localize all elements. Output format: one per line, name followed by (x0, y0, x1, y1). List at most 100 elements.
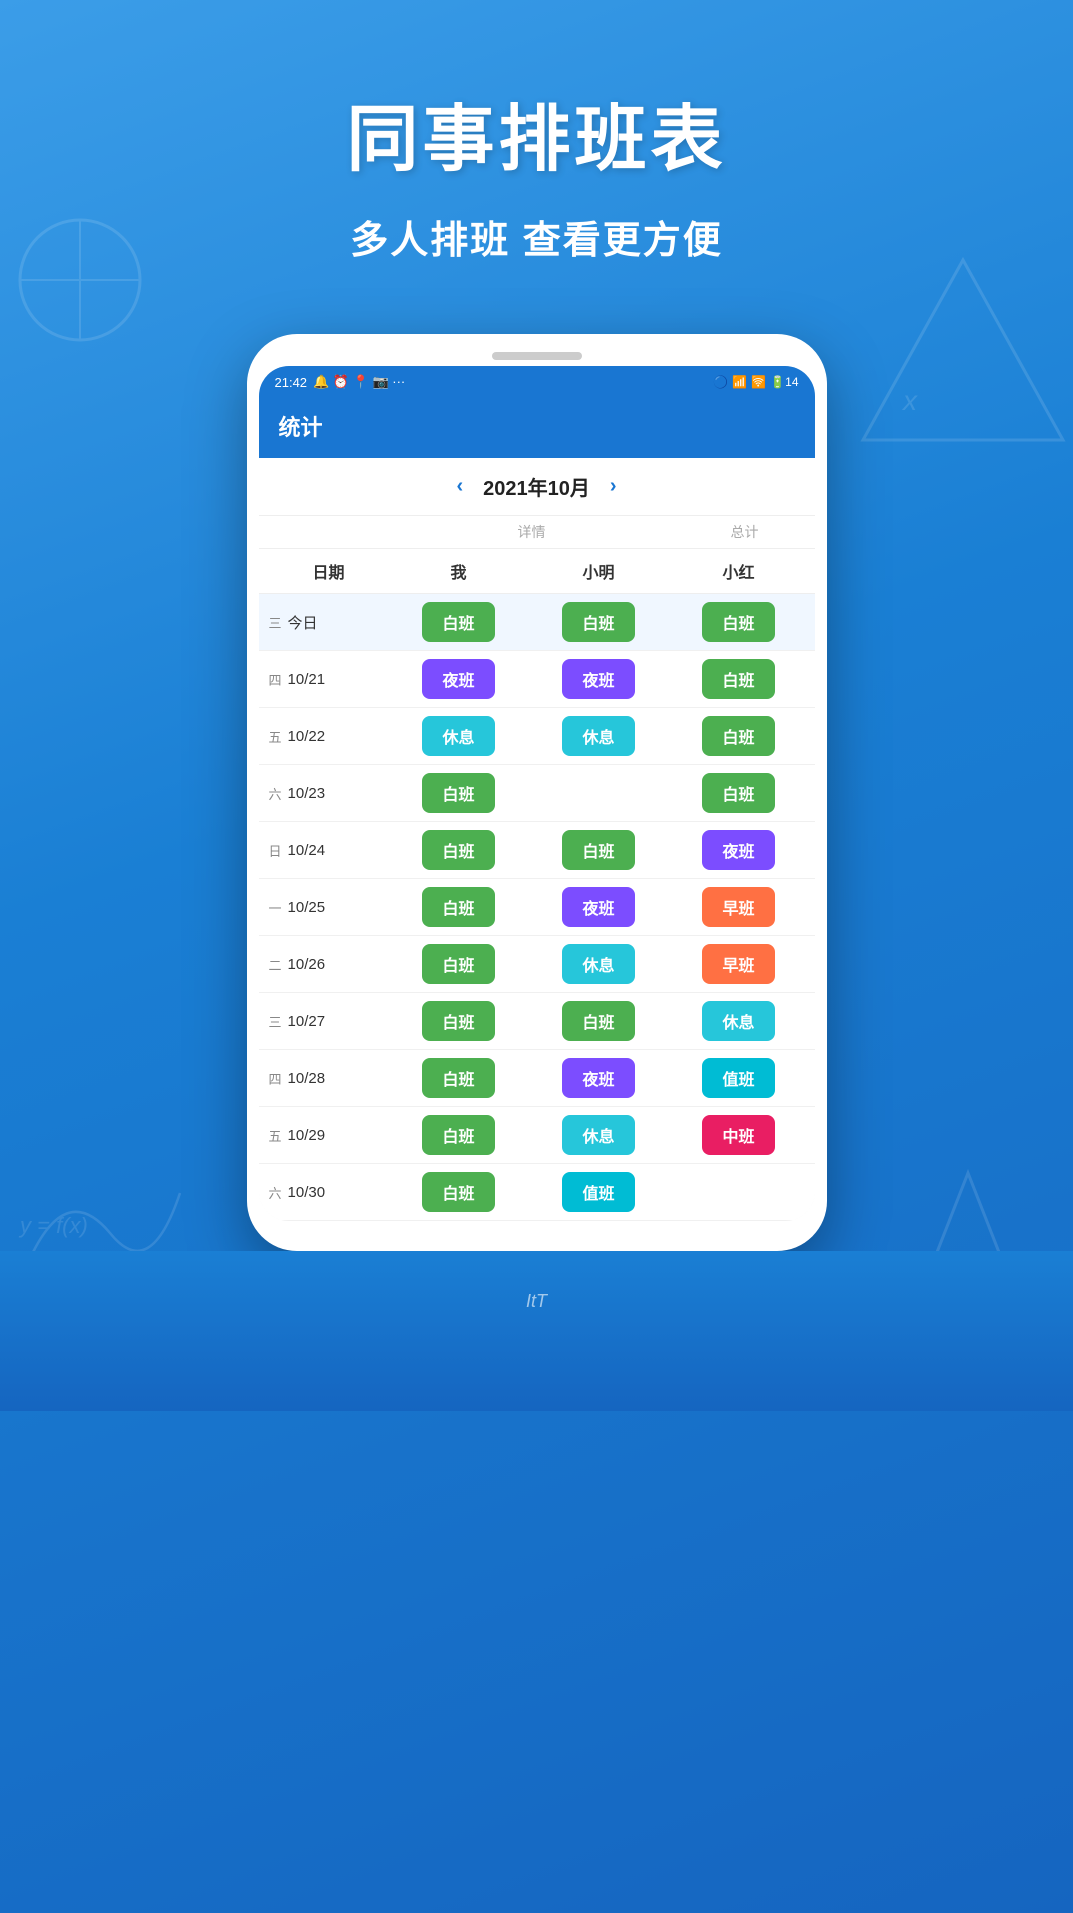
shift-badge-me: 白班 (422, 1058, 494, 1098)
schedule-table: 三今日白班白班白班四10/21夜班夜班白班五10/22休息休息白班六10/23白… (259, 594, 815, 1221)
table-row: 五10/29 白班 休息 中班 (259, 1107, 815, 1164)
date-value: 10/28 (288, 1070, 326, 1087)
shift-cell-xiaohong: 夜班 (669, 830, 809, 870)
status-bar: 21:42 🔔 ⏰ 📍 📷 ··· 🔵 📶 🛜 🔋14 (259, 366, 815, 398)
status-right: 🔵 📶 🛜 🔋14 (713, 375, 798, 389)
shift-badge-xiaohong: 休息 (702, 1001, 774, 1041)
shift-badge-me: 白班 (422, 1001, 494, 1041)
shift-cell-xiaohong: 早班 (669, 944, 809, 984)
day-of-week: 四 (269, 1069, 282, 1088)
status-time: 21:42 (275, 375, 308, 390)
date-value: 10/30 (288, 1184, 326, 1201)
subheader-detail: 详情 (389, 522, 675, 542)
shift-badge-me: 白班 (422, 1172, 494, 1212)
th-me: 我 (389, 559, 529, 583)
date-cell: 六10/30 (259, 1183, 389, 1202)
shift-badge-xiaohong: 白班 (702, 716, 774, 756)
subheader-total: 总计 (675, 522, 815, 542)
shift-badge-xiaohong: 早班 (702, 944, 774, 984)
shift-badge-me: 白班 (422, 1115, 494, 1155)
shift-cell-me: 白班 (389, 887, 529, 927)
shift-badge-me: 休息 (422, 716, 494, 756)
table-row: 日10/24白班白班夜班 (259, 822, 815, 879)
shift-badge-xiaoming: 白班 (562, 1001, 634, 1041)
date-cell: 五 10/22 (259, 727, 389, 746)
day-of-week: 三 (269, 613, 282, 632)
shift-badge-xiaoming: 夜班 (562, 659, 634, 699)
date-value: 10/29 (288, 1127, 326, 1144)
day-of-week: 六 (269, 784, 282, 803)
shift-cell-xiaohong: 白班 (669, 659, 809, 699)
day-of-week: 五 (269, 727, 282, 746)
prev-month-button[interactable]: ‹ (456, 475, 463, 498)
day-of-week: 一 (269, 898, 282, 917)
th-xiaohong: 小红 (669, 559, 809, 583)
shift-cell-me: 白班 (389, 1058, 529, 1098)
table-row: 六10/30 白班 值班 (259, 1164, 815, 1221)
shift-badge-xiaohong: 夜班 (702, 830, 774, 870)
shift-cell-xiaoming: 夜班 (529, 1058, 669, 1098)
date-cell: 五10/29 (259, 1126, 389, 1145)
shift-cell-xiaohong: 值班 (669, 1058, 809, 1098)
date-value: 10/27 (288, 1013, 326, 1030)
shift-badge-xiaoming: 休息 (562, 1115, 634, 1155)
shift-cell-me: 夜班 (389, 659, 529, 699)
shift-cell-xiaoming: 白班 (529, 1001, 669, 1041)
shift-badge-xiaohong: 中班 (702, 1115, 774, 1155)
date-value: 10/24 (288, 842, 326, 859)
shift-badge-xiaoming: 夜班 (562, 887, 634, 927)
date-value: 10/22 (288, 728, 326, 745)
date-cell: 四 10/28 (259, 1069, 389, 1088)
shift-cell-xiaoming: 白班 (529, 830, 669, 870)
shift-badge-me: 白班 (422, 830, 494, 870)
calendar-month: 2021年10月 (483, 472, 590, 501)
app-header: 统计 (259, 398, 815, 458)
shift-badge-xiaohong: 值班 (702, 1058, 774, 1098)
table-row: 三10/27 白班 白班 休息 (259, 993, 815, 1050)
date-cell: 三10/27 (259, 1012, 389, 1031)
next-month-button[interactable]: › (610, 475, 617, 498)
battery-icon: 🔋14 (770, 375, 798, 389)
date-value: 今日 (288, 612, 318, 633)
day-of-week: 二 (269, 955, 282, 974)
col-headers-row: 详情 总计 (259, 516, 815, 549)
table-row: 五 10/22 休息 休息 白班 (259, 708, 815, 765)
shift-cell-xiaohong: 中班 (669, 1115, 809, 1155)
shift-cell-me: 白班 (389, 1172, 529, 1212)
shift-badge-xiaohong: 白班 (702, 659, 774, 699)
shift-badge-xiaoming: 值班 (562, 1172, 634, 1212)
signal-icon: 📶 (732, 375, 747, 389)
shift-cell-xiaoming: 白班 (529, 602, 669, 642)
shift-cell-xiaoming: 值班 (529, 1172, 669, 1212)
shift-cell-xiaoming: 休息 (529, 1115, 669, 1155)
bluetooth-icon: 🔵 (713, 375, 728, 389)
wifi-icon: 🛜 (751, 375, 766, 389)
status-left: 21:42 🔔 ⏰ 📍 📷 ··· (275, 374, 406, 390)
th-xiaoming: 小明 (529, 559, 669, 583)
shift-badge-me: 白班 (422, 602, 494, 642)
table-row: 四10/21 夜班 夜班 白班 (259, 651, 815, 708)
shift-badge-xiaoming: 夜班 (562, 1058, 634, 1098)
shift-badge-xiaohong: 早班 (702, 887, 774, 927)
shift-cell-me: 白班 (389, 1115, 529, 1155)
app-title: 统计 (279, 415, 323, 440)
date-cell: 四10/21 (259, 670, 389, 689)
shift-badge-me: 白班 (422, 887, 494, 927)
shift-badge-xiaohong: 白班 (702, 773, 774, 813)
phone-speaker (492, 352, 582, 360)
shift-badge-me: 夜班 (422, 659, 494, 699)
shift-badge-xiaoming: 休息 (562, 716, 634, 756)
subheader-spacer (259, 522, 389, 542)
shift-cell-xiaoming: 休息 (529, 944, 669, 984)
svg-text:x: x (901, 385, 918, 416)
shift-badge-xiaoming: 休息 (562, 944, 634, 984)
shift-cell-xiaohong: 白班 (669, 716, 809, 756)
shift-cell-me: 休息 (389, 716, 529, 756)
shift-badge-xiaoming: 白班 (562, 830, 634, 870)
shift-cell-xiaoming: 夜班 (529, 659, 669, 699)
table-header: 日期 我 小明 小红 (259, 549, 815, 594)
shift-badge-me: 白班 (422, 773, 494, 813)
calendar-nav: ‹ 2021年10月 › (259, 458, 815, 516)
date-value: 10/21 (288, 671, 326, 688)
shift-cell-me: 白班 (389, 944, 529, 984)
